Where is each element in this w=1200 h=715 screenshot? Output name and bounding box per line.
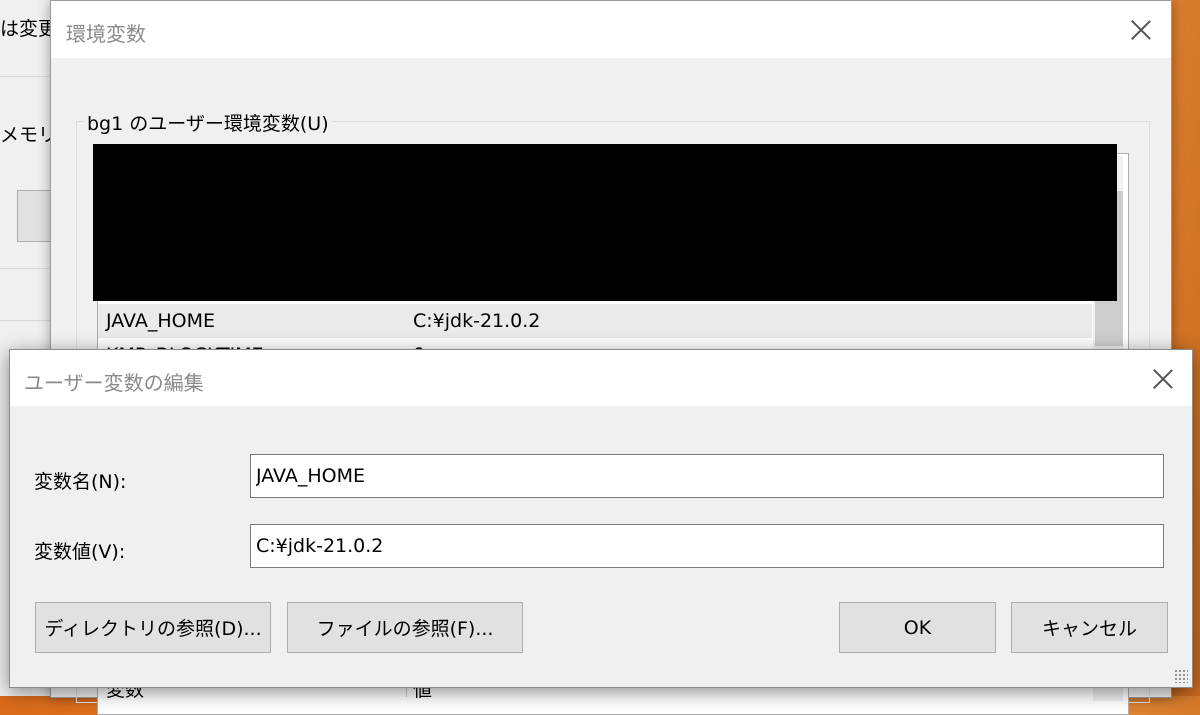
close-icon[interactable] — [1150, 366, 1176, 392]
redacted-region — [93, 144, 1117, 301]
env-dialog-titlebar: 環境変数 — [51, 1, 1171, 58]
resize-grip-icon[interactable] — [1174, 669, 1188, 683]
variable-name-input[interactable] — [250, 454, 1164, 498]
browse-directory-button[interactable]: ディレクトリの参照(D)... — [35, 602, 271, 653]
background-text-change: は変更 — [0, 18, 58, 40]
user-variables-group-label: bg1 のユーザー環境変数(U) — [84, 109, 332, 136]
divider — [0, 268, 52, 269]
browse-file-button[interactable]: ファイルの参照(F)... — [287, 602, 523, 653]
divider — [0, 76, 52, 77]
cancel-button[interactable]: キャンセル — [1011, 602, 1168, 653]
list-item-java-home[interactable]: JAVA_HOME C:¥jdk-21.0.2 — [98, 304, 1092, 338]
variable-name-cell: JAVA_HOME — [106, 310, 215, 332]
ok-button[interactable]: OK — [839, 602, 996, 653]
variable-value-input[interactable] — [250, 524, 1164, 568]
variable-value-cell: C:¥jdk-21.0.2 — [413, 310, 541, 332]
background-text-memory: メモリ — [0, 124, 58, 146]
edit-dialog-title: ユーザー変数の編集 — [24, 371, 204, 395]
variable-value-label: 変数値(V): — [34, 541, 126, 563]
close-icon[interactable] — [1128, 17, 1154, 43]
edit-dialog-titlebar: ユーザー変数の編集 — [10, 350, 1192, 406]
divider — [0, 320, 52, 321]
variable-name-label: 変数名(N): — [34, 471, 127, 493]
env-dialog-title: 環境変数 — [66, 22, 146, 46]
edit-user-variable-dialog: ユーザー変数の編集 変数名(N): 変数値(V): ディレクトリの参照(D)..… — [9, 349, 1193, 688]
